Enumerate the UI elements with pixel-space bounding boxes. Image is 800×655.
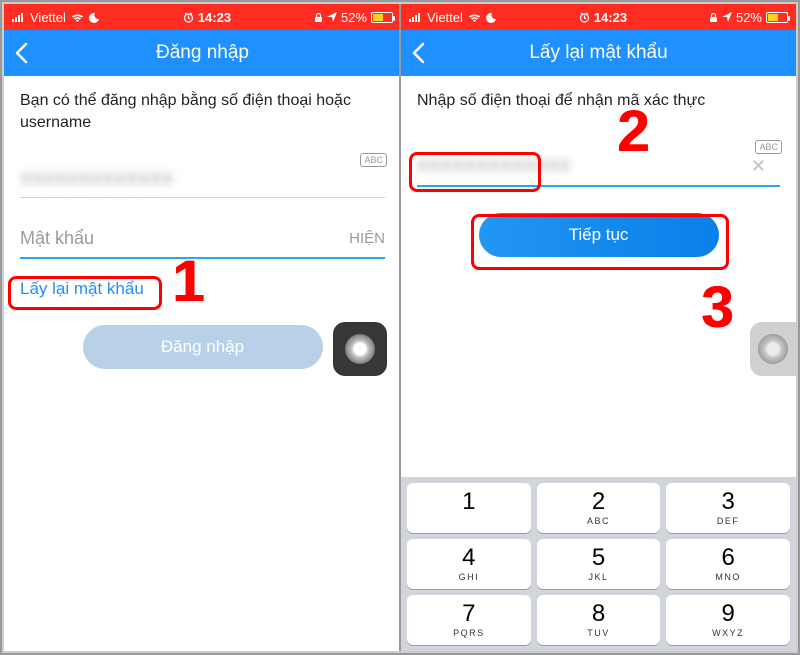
page-title: Lấy lại mật khẩu <box>529 42 667 64</box>
clock-time: 14:23 <box>198 10 231 25</box>
assistive-touch-button[interactable] <box>750 322 796 376</box>
phone-field[interactable]: XXXXXXXXXXXXX ABC <box>20 161 385 198</box>
battery-icon <box>371 12 393 23</box>
key-9[interactable]: 9WXYZ <box>666 595 790 645</box>
numeric-keypad: 1 2ABC 3DEF 4GHI 5JKL 6MNO 7PQRS 8TUV 9W… <box>401 477 796 651</box>
continue-button[interactable]: Tiếp tục <box>479 213 719 257</box>
abc-badge[interactable]: ABC <box>755 140 782 154</box>
nav-bar: Đăng nhập <box>4 30 401 76</box>
key-7[interactable]: 7PQRS <box>407 595 531 645</box>
wifi-icon <box>70 12 85 23</box>
assistive-touch-icon <box>758 334 788 364</box>
phone-value-blurred: XXXXXXXXXXXXX <box>417 156 751 176</box>
assistive-touch-icon <box>345 334 375 364</box>
key-1[interactable]: 1 <box>407 483 531 533</box>
login-button[interactable]: Đăng nhập <box>83 325 323 369</box>
key-8[interactable]: 8TUV <box>537 595 661 645</box>
alarm-icon <box>183 12 194 23</box>
password-placeholder: Mật khẩu <box>20 228 349 249</box>
battery-pct: 52% <box>736 10 762 25</box>
moon-icon <box>486 12 497 23</box>
key-2[interactable]: 2ABC <box>537 483 661 533</box>
status-bar: Viettel 14:23 <box>4 4 401 30</box>
moon-icon <box>89 12 100 23</box>
screen-recover: Viettel 14:23 <box>399 4 796 651</box>
battery-pct: 52% <box>341 10 367 25</box>
chevron-left-icon <box>411 42 425 64</box>
carrier-label: Viettel <box>30 10 66 25</box>
lock-icon <box>709 12 718 23</box>
forgot-password-link[interactable]: Lấy lại mật khẩu <box>20 279 144 299</box>
alarm-icon <box>579 12 590 23</box>
abc-badge[interactable]: ABC <box>360 153 387 167</box>
carrier-label: Viettel <box>427 10 463 25</box>
location-icon <box>327 12 337 22</box>
login-prompt: Bạn có thể đăng nhập bằng số điện thoại … <box>20 90 385 133</box>
phone-value-blurred: XXXXXXXXXXXXX <box>20 169 385 189</box>
key-4[interactable]: 4GHI <box>407 539 531 589</box>
phone-field[interactable]: XXXXXXXXXXXXX ✕ ABC <box>417 148 780 187</box>
password-field[interactable]: Mật khẩu HIỆN <box>20 220 385 259</box>
recover-prompt: Nhập số điện thoại để nhận mã xác thực <box>417 90 780 112</box>
signal-icon <box>12 12 26 22</box>
assistive-touch-button[interactable] <box>333 322 387 376</box>
key-3[interactable]: 3DEF <box>666 483 790 533</box>
clock-time: 14:23 <box>594 10 627 25</box>
location-icon <box>722 12 732 22</box>
screen-login: Viettel 14:23 <box>4 4 401 651</box>
chevron-left-icon <box>14 42 28 64</box>
wifi-icon <box>467 12 482 23</box>
page-title: Đăng nhập <box>156 42 249 64</box>
composite-frame: Viettel 14:23 <box>0 0 800 655</box>
signal-icon <box>409 12 423 22</box>
annotation-number-3: 3 <box>701 274 733 341</box>
nav-bar: Lấy lại mật khẩu <box>401 30 796 76</box>
battery-icon <box>766 12 788 23</box>
clear-button[interactable]: ✕ <box>751 156 766 177</box>
key-6[interactable]: 6MNO <box>666 539 790 589</box>
status-bar: Viettel 14:23 <box>401 4 796 30</box>
back-button[interactable] <box>14 30 28 76</box>
back-button[interactable] <box>411 30 425 76</box>
lock-icon <box>314 12 323 23</box>
show-password-toggle[interactable]: HIỆN <box>349 230 385 247</box>
key-5[interactable]: 5JKL <box>537 539 661 589</box>
